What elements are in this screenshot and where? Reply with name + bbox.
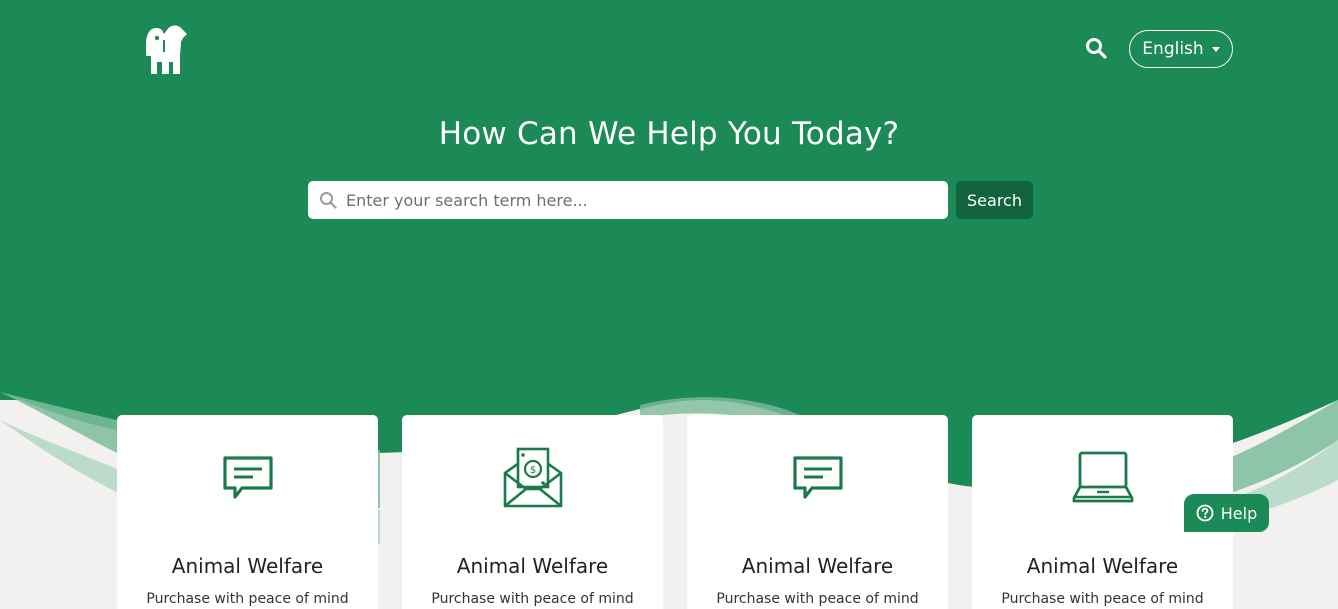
card-title: Animal Welfare bbox=[456, 554, 609, 578]
search-icon bbox=[319, 191, 337, 209]
header-search-button[interactable] bbox=[1082, 34, 1110, 62]
chevron-down-icon bbox=[1211, 46, 1220, 52]
card-description: Purchase with peace of mind bbox=[146, 591, 349, 607]
svg-text:$: $ bbox=[529, 465, 535, 476]
card-title: Animal Welfare bbox=[171, 554, 324, 578]
search-icon bbox=[1086, 38, 1107, 59]
help-widget-button[interactable]: Help bbox=[1184, 494, 1269, 532]
card-description: Purchase with peace of mind bbox=[431, 591, 634, 607]
brand-logo[interactable] bbox=[143, 22, 189, 76]
card-description: Purchase with peace of mind bbox=[716, 591, 919, 607]
page: English How Can We Help You Today? Searc… bbox=[0, 0, 1338, 609]
search-button[interactable]: Search bbox=[956, 181, 1033, 219]
help-widget-label: Help bbox=[1220, 503, 1258, 523]
category-card[interactable]: Animal Welfare Purchase with peace of mi… bbox=[687, 415, 948, 609]
search-input[interactable] bbox=[346, 190, 926, 210]
card-title: Animal Welfare bbox=[741, 554, 894, 578]
chat-message-icon bbox=[117, 445, 378, 511]
chat-message-icon bbox=[687, 445, 948, 511]
hero-title: How Can We Help You Today? bbox=[438, 116, 900, 152]
card-description: Purchase with peace of mind bbox=[1001, 591, 1204, 607]
category-card[interactable]: Animal Welfare Purchase with peace of mi… bbox=[117, 415, 378, 609]
question-circle-icon bbox=[1196, 504, 1214, 522]
language-selector[interactable]: English bbox=[1129, 30, 1233, 68]
money-envelope-icon: $ bbox=[402, 445, 663, 511]
language-selector-label: English bbox=[1142, 39, 1204, 59]
card-title: Animal Welfare bbox=[1026, 554, 1179, 578]
search-field[interactable] bbox=[308, 181, 948, 219]
category-card[interactable]: $ Animal Welfare Purchase with peace of … bbox=[402, 415, 663, 609]
